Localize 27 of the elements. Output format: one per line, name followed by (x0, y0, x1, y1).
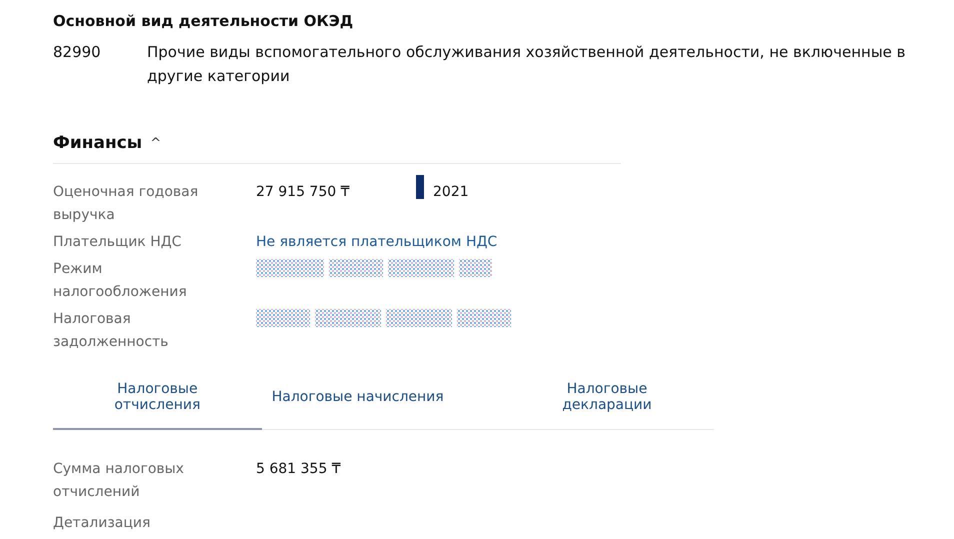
blurred-placeholder (457, 309, 511, 327)
blurred-placeholder (388, 259, 454, 277)
tab[interactable]: Налоговые начисления (262, 370, 500, 430)
section-title: Основной вид деятельности ОКЭД (53, 11, 354, 31)
blurred-placeholder (315, 309, 381, 327)
field-label: Детализация (53, 514, 152, 533)
tab[interactable]: Налоговые отчисления (53, 370, 262, 430)
activity-description: Прочие виды вспомогательного обслуживания хозяйственной деятельности, не включенные в другие категории (147, 42, 907, 87)
blurred-placeholder (459, 259, 492, 277)
field-label: Плательщик НДС (53, 233, 182, 252)
vat-link[interactable]: Не является плательщиком НДС (256, 231, 498, 254)
section-title: Финансы (53, 133, 142, 153)
year-label: 2021 (433, 183, 469, 202)
field-label: Налоговая задолженность (53, 310, 170, 352)
field-value: 27 915 750 ₸ (256, 183, 351, 202)
blurred-placeholder (256, 259, 324, 277)
blurred-placeholder (329, 259, 383, 277)
blurred-placeholder (256, 309, 310, 327)
field-label: Режим налогообложения (53, 260, 188, 302)
field-value: 5 681 355 ₸ (256, 460, 342, 479)
field-label: Оценочная годовая выручка (53, 183, 200, 225)
tab[interactable]: Налоговые декларации (500, 370, 714, 430)
blurred-placeholder (386, 309, 452, 327)
bar-icon (416, 175, 424, 199)
field-label: Сумма налоговых отчислений (53, 460, 185, 502)
collapse-toggle[interactable]: ^ (148, 136, 164, 150)
activity-code: 82990 (53, 42, 102, 63)
